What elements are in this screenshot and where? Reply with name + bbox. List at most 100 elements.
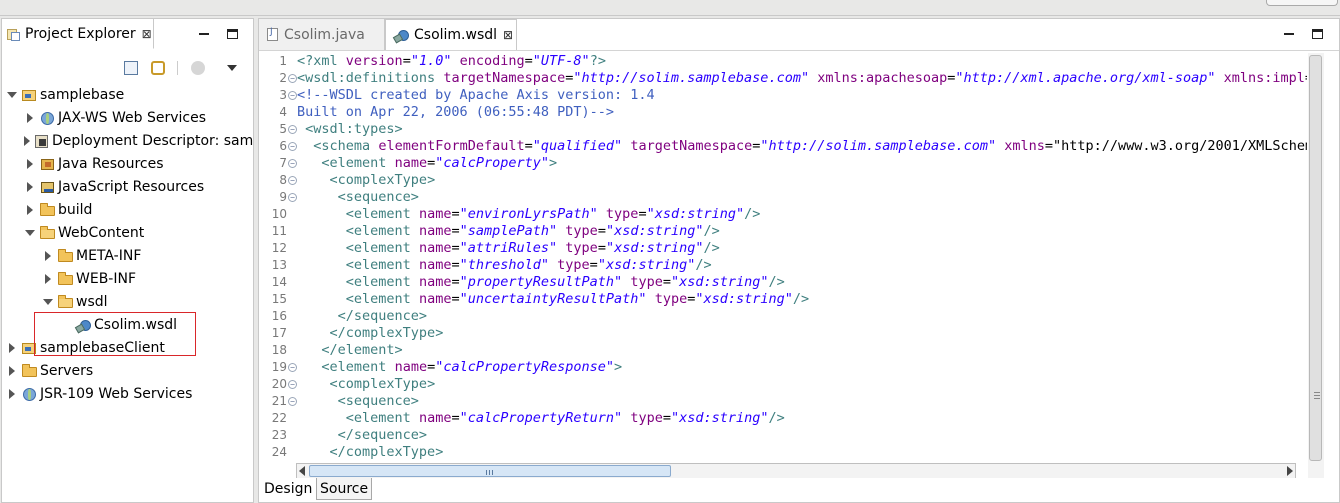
- web-services-icon: [40, 111, 56, 125]
- vertical-scrollbar[interactable]: [1308, 53, 1324, 479]
- code-line[interactable]: 21− <sequence>: [259, 393, 1307, 410]
- code-line[interactable]: 19− <element name="calcPropertyResponse"…: [259, 359, 1307, 376]
- tree-item-label: JavaScript Resources: [58, 178, 205, 195]
- code-text: <element name="threshold" type="xsd:stri…: [345, 257, 712, 273]
- collapsed-chevron-icon[interactable]: [24, 158, 36, 170]
- javascript-resources-icon: [40, 180, 56, 194]
- tree-item[interactable]: wsdl: [42, 290, 253, 313]
- code-line[interactable]: 14 <element name="propertyResultPath" ty…: [259, 274, 1307, 291]
- scroll-right-icon[interactable]: [1287, 466, 1293, 476]
- code-line[interactable]: 2− <wsdl:definitions targetNamespace="htt…: [259, 70, 1307, 87]
- close-icon[interactable]: ⊠: [503, 28, 513, 42]
- code-line[interactable]: 7− <element name="calcProperty">: [259, 155, 1307, 172]
- fold-toggle-icon[interactable]: −: [288, 397, 297, 406]
- line-number: 10: [271, 207, 287, 221]
- expanded-chevron-icon[interactable]: [42, 296, 54, 308]
- code-line[interactable]: 17 </complexType>: [259, 325, 1307, 342]
- collapsed-chevron-icon[interactable]: [24, 204, 36, 216]
- line-number: 19: [271, 360, 287, 374]
- code-text: <wsdl:types>: [305, 121, 403, 137]
- code-line[interactable]: 16 </sequence>: [259, 308, 1307, 325]
- code-line[interactable]: 18 </element>: [259, 342, 1307, 359]
- tab-project-explorer[interactable]: Project Explorer ⊠: [2, 19, 154, 49]
- collapse-all-icon[interactable]: [124, 61, 138, 75]
- collapsed-chevron-icon[interactable]: [42, 273, 54, 285]
- source-editor[interactable]: 1 <?xml version="1.0" encoding="UTF-8"?> 2…: [259, 53, 1307, 461]
- horizontal-scroll-thumb[interactable]: [309, 465, 671, 477]
- tree-item[interactable]: WebContent: [24, 221, 253, 244]
- tree-item[interactable]: build: [24, 198, 253, 221]
- tree-item-label: JSR-109 Web Services: [40, 385, 193, 402]
- expanded-chevron-icon[interactable]: [6, 89, 18, 101]
- view-menu-chevron-down-icon[interactable]: [227, 65, 237, 71]
- line-number: 7: [279, 156, 287, 170]
- minimize-icon[interactable]: [1284, 33, 1294, 35]
- code-text: <element name="calcPropertyResponse">: [321, 359, 623, 375]
- code-line[interactable]: 23 </sequence>: [259, 427, 1307, 444]
- minimize-icon[interactable]: [199, 33, 209, 35]
- code-line[interactable]: 8− <complexType>: [259, 172, 1307, 189]
- web-services-icon: [22, 387, 38, 401]
- fold-toggle-icon[interactable]: −: [288, 125, 297, 134]
- tab-design[interactable]: Design: [261, 478, 316, 500]
- collapsed-chevron-icon[interactable]: [24, 181, 36, 193]
- code-line[interactable]: 22 <element name="calcPropertyReturn" ty…: [259, 410, 1307, 427]
- code-line[interactable]: 9− <sequence>: [259, 189, 1307, 206]
- collapsed-chevron-icon[interactable]: [6, 388, 18, 400]
- perspective-switcher[interactable]: [1266, 0, 1338, 6]
- fold-toggle-icon[interactable]: −: [288, 159, 297, 168]
- code-text: <complexType>: [329, 376, 436, 392]
- code-text: </complexType>: [329, 325, 444, 341]
- collapsed-chevron-icon[interactable]: [24, 112, 36, 124]
- code-line[interactable]: 6− <schema elementFormDefault="qualified…: [259, 138, 1307, 155]
- code-text: <element name="propertyResultPath" type=…: [345, 274, 785, 290]
- vertical-scroll-thumb[interactable]: [1309, 55, 1322, 461]
- code-line[interactable]: 24 </complexType>: [259, 444, 1307, 461]
- folder-icon: [22, 363, 38, 378]
- tree-item[interactable]: JavaScript Resources: [24, 175, 253, 198]
- fold-toggle-icon[interactable]: −: [288, 91, 297, 100]
- fold-toggle-icon[interactable]: −: [288, 193, 297, 202]
- collapsed-chevron-icon[interactable]: [24, 135, 30, 147]
- project-explorer-icon: [6, 27, 21, 41]
- line-number: 5: [279, 122, 287, 136]
- tree-item[interactable]: Deployment Descriptor: samp: [24, 129, 253, 152]
- code-line[interactable]: 12 <element name="attriRules" type="xsd:…: [259, 240, 1307, 257]
- collapsed-chevron-icon[interactable]: [42, 250, 54, 262]
- fold-toggle-icon[interactable]: −: [288, 74, 297, 83]
- fold-toggle-icon[interactable]: −: [288, 176, 297, 185]
- tree-item[interactable]: META-INF: [42, 244, 253, 267]
- code-line[interactable]: 13 <element name="threshold" type="xsd:s…: [259, 257, 1307, 274]
- tree-item[interactable]: Java Resources: [24, 152, 253, 175]
- code-line[interactable]: 15 <element name="uncertaintyResultPath"…: [259, 291, 1307, 308]
- link-with-editor-icon[interactable]: [151, 61, 165, 75]
- horizontal-scrollbar[interactable]: [296, 463, 1296, 479]
- code-line[interactable]: 1 <?xml version="1.0" encoding="UTF-8"?>: [259, 53, 1307, 70]
- code-line[interactable]: 20− <complexType>: [259, 376, 1307, 393]
- expanded-chevron-icon[interactable]: [24, 227, 36, 239]
- fold-toggle-icon[interactable]: −: [288, 380, 297, 389]
- code-line[interactable]: 10 <element name="environLyrsPath" type=…: [259, 206, 1307, 223]
- filter-icon[interactable]: [191, 61, 205, 75]
- code-line[interactable]: 11 <element name="samplePath" type="xsd:…: [259, 223, 1307, 240]
- collapsed-chevron-icon[interactable]: [6, 365, 18, 377]
- close-icon[interactable]: ⊠: [142, 27, 152, 41]
- fold-toggle-icon[interactable]: −: [288, 363, 297, 372]
- tree-item[interactable]: samplebase: [6, 83, 253, 106]
- code-line[interactable]: 4 Built on Apr 22, 2006 (06:55:48 PDT)-->: [259, 104, 1307, 121]
- tree-item-label: JAX-WS Web Services: [58, 109, 207, 126]
- tree-item[interactable]: JSR-109 Web Services: [6, 382, 253, 405]
- tree-item[interactable]: JAX-WS Web Services: [24, 106, 253, 129]
- scroll-left-icon[interactable]: [299, 466, 305, 476]
- code-line[interactable]: 5− <wsdl:types>: [259, 121, 1307, 138]
- fold-toggle-icon[interactable]: −: [288, 142, 297, 151]
- maximize-icon[interactable]: [227, 29, 238, 39]
- code-line[interactable]: 3− <!--WSDL created by Apache Axis versio…: [259, 87, 1307, 104]
- tree-item[interactable]: WEB-INF: [42, 267, 253, 290]
- tab-csolim-wsdl[interactable]: Csolim.wsdl ⊠: [385, 19, 517, 50]
- maximize-icon[interactable]: [1312, 29, 1323, 39]
- tree-item[interactable]: Servers: [6, 359, 253, 382]
- tab-source[interactable]: Source: [316, 478, 373, 500]
- tab-csolim-java[interactable]: Csolim.java: [259, 19, 385, 50]
- collapsed-chevron-icon[interactable]: [6, 342, 18, 354]
